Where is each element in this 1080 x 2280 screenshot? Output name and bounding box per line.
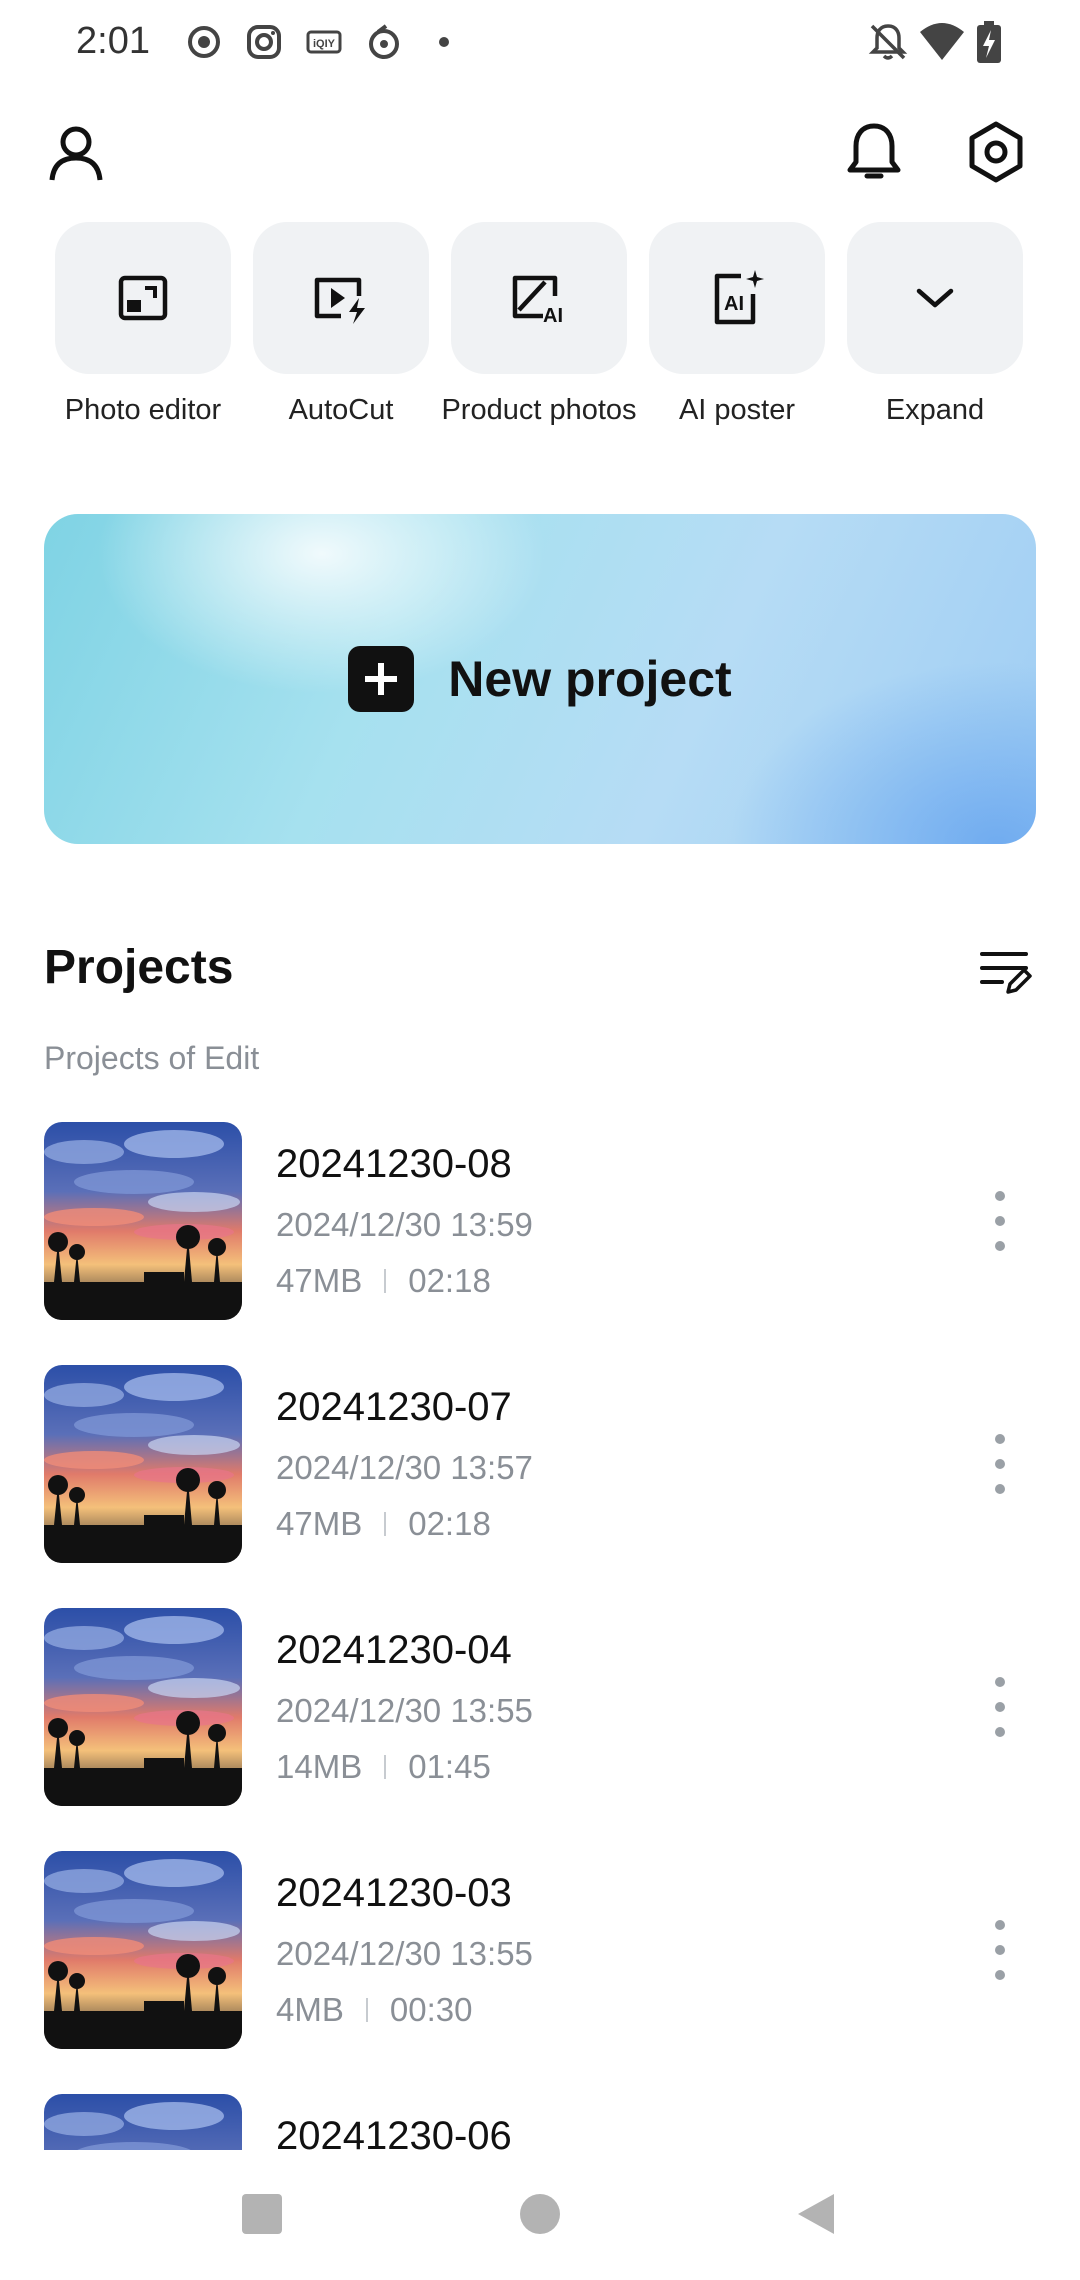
- back-icon[interactable]: [794, 2192, 838, 2236]
- project-thumbnail: [44, 1365, 242, 1563]
- projects-subtitle: Projects of Edit: [44, 1040, 260, 1076]
- project-thumbnail: [44, 1608, 242, 1806]
- project-name: 20241230-06: [276, 2114, 512, 2150]
- project-size: 47MB: [276, 1505, 363, 1542]
- meta-divider: [384, 1512, 387, 1536]
- project-thumbnail: [44, 1122, 242, 1320]
- projects-title: Projects: [44, 941, 234, 994]
- project-row[interactable]: 20241230-06: [44, 2094, 1044, 2150]
- project-duration: 01:45: [408, 1748, 491, 1785]
- project-date: 2024/12/30 13:55: [276, 1692, 533, 1729]
- project-date: 2024/12/30 13:55: [276, 1935, 533, 1972]
- project-size: 47MB: [276, 1262, 363, 1299]
- project-row[interactable]: 20241230-03 2024/12/30 13:55 4MB 00:30: [44, 1851, 1044, 2051]
- projects-scroll-area: Projects Projects of Edit 20241230-08 20…: [0, 0, 1080, 2150]
- project-meta: 14MB 01:45: [276, 1748, 491, 1786]
- home-icon[interactable]: [518, 2192, 562, 2236]
- more-options-icon[interactable]: [990, 1917, 1010, 1983]
- system-nav-bar: [0, 2150, 1080, 2280]
- project-name: 20241230-08: [276, 1142, 512, 1186]
- project-meta: 47MB 02:18: [276, 1262, 491, 1300]
- more-options-icon[interactable]: [990, 1431, 1010, 1497]
- project-meta: 4MB 00:30: [276, 1991, 472, 2029]
- project-row[interactable]: 20241230-04 2024/12/30 13:55 14MB 01:45: [44, 1608, 1044, 1808]
- project-size: 14MB: [276, 1748, 363, 1785]
- project-row[interactable]: 20241230-08 2024/12/30 13:59 47MB 02:18: [44, 1122, 1044, 1322]
- project-thumbnail: [44, 2094, 242, 2150]
- manage-projects-icon[interactable]: [978, 944, 1034, 1000]
- more-options-icon[interactable]: [990, 1188, 1010, 1254]
- project-name: 20241230-04: [276, 1628, 512, 1672]
- project-date: 2024/12/30 13:59: [276, 1206, 533, 1243]
- meta-divider: [384, 1269, 387, 1293]
- meta-divider: [384, 1755, 387, 1779]
- project-date: 2024/12/30 13:57: [276, 1449, 533, 1486]
- recents-icon[interactable]: [240, 2192, 284, 2236]
- project-name: 20241230-03: [276, 1871, 512, 1915]
- project-duration: 02:18: [408, 1505, 491, 1542]
- meta-divider: [365, 1998, 368, 2022]
- project-thumbnail: [44, 1851, 242, 2049]
- more-options-icon[interactable]: [990, 1674, 1010, 1740]
- project-name: 20241230-07: [276, 1385, 512, 1429]
- project-duration: 00:30: [389, 1991, 473, 2028]
- project-size: 4MB: [276, 1991, 344, 2028]
- project-duration: 02:18: [408, 1262, 491, 1299]
- project-row[interactable]: 20241230-07 2024/12/30 13:57 47MB 02:18: [44, 1365, 1044, 1565]
- project-meta: 47MB 02:18: [276, 1505, 491, 1543]
